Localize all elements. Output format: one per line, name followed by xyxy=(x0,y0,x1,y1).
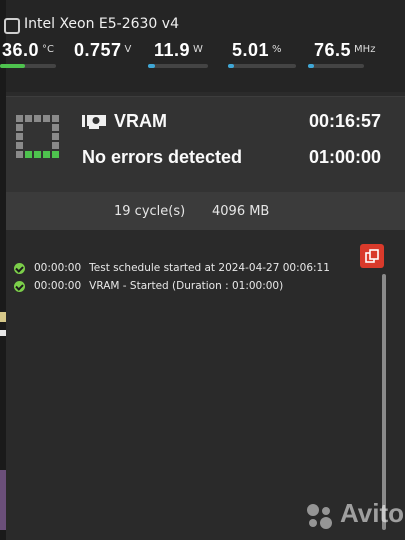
progress-cell xyxy=(52,142,59,149)
test-status: No errors detected xyxy=(82,147,243,167)
log-time: 00:00:00 xyxy=(34,280,82,292)
progress-cell xyxy=(16,115,23,122)
progress-cell xyxy=(34,115,41,122)
temperature-unit: °C xyxy=(42,44,55,55)
clock-bar xyxy=(308,64,364,68)
avito-logo-icon xyxy=(307,504,332,529)
load-metric: 5.01% xyxy=(232,40,282,61)
gpu-icon xyxy=(82,115,106,129)
test-duration: 01:00:00 xyxy=(308,147,381,167)
progress-cell xyxy=(25,115,32,122)
cpu-header: Intel Xeon E5-2630 v4 36.0 °C 0.757 V 11.9… xyxy=(0,0,405,92)
log-entry: 00:00:00 VRAM - Started (Duration : 01:0… xyxy=(14,278,283,294)
progress-cell xyxy=(52,151,59,158)
elapsed-time: 00:16:57 xyxy=(308,111,381,131)
test-info-row: 19 cycle(s) 4096 MB xyxy=(6,192,405,230)
success-check-icon xyxy=(14,280,25,292)
load-bar xyxy=(228,64,296,68)
power-bar xyxy=(148,64,208,68)
log-entry: 00:00:00 Test schedule started at 2024-0… xyxy=(14,260,330,276)
log-message: VRAM - Started (Duration : 01:00:00) xyxy=(89,280,284,292)
progress-cell xyxy=(16,142,23,149)
progress-cell xyxy=(16,133,23,140)
progress-cell xyxy=(16,124,23,131)
load-value: 5.01 xyxy=(232,40,270,60)
copy-icon xyxy=(365,249,379,263)
progress-cell xyxy=(52,115,59,122)
power-value: 11.9 xyxy=(154,40,191,60)
temperature-bar xyxy=(0,64,56,68)
test-panel: VRAM No errors detected 00:16:57 01:00:0… xyxy=(6,96,405,193)
success-check-icon xyxy=(14,262,25,274)
progress-cell xyxy=(43,151,50,158)
cpu-icon xyxy=(4,18,20,34)
voltage-value: 0.757 xyxy=(74,40,122,60)
cpu-name: Intel Xeon E5-2630 v4 xyxy=(24,16,179,32)
clock-unit: MHz xyxy=(354,44,376,55)
temperature-value: 36.0 xyxy=(2,40,40,60)
temperature-metric: 36.0 °C xyxy=(2,40,54,61)
app-window: Intel Xeon E5-2630 v4 36.0 °C 0.757 V 11.9… xyxy=(0,0,405,540)
test-name: VRAM xyxy=(114,111,167,131)
power-unit: W xyxy=(193,44,203,55)
memory-size: 4096 MB xyxy=(212,204,270,219)
log-scrollbar[interactable] xyxy=(382,274,386,530)
power-metric: 11.9 W xyxy=(154,40,203,61)
progress-cell xyxy=(25,151,32,158)
copy-log-button[interactable] xyxy=(360,244,384,268)
progress-cell xyxy=(52,133,59,140)
progress-grid-icon xyxy=(16,115,60,159)
avito-watermark: Avito xyxy=(340,498,405,528)
progress-cell xyxy=(52,124,59,131)
progress-cell xyxy=(43,115,50,122)
cycle-count: 19 cycle(s) xyxy=(114,204,186,219)
voltage-unit: V xyxy=(124,44,132,55)
log-panel: 00:00:00 Test schedule started at 2024-0… xyxy=(6,230,405,540)
progress-cell xyxy=(34,151,41,158)
clock-metric: 76.5 MHz xyxy=(314,40,375,61)
log-message: Test schedule started at 2024-04-27 00:0… xyxy=(89,262,330,274)
load-unit: % xyxy=(272,44,282,55)
clock-value: 76.5 xyxy=(314,40,352,60)
progress-cell xyxy=(16,151,23,158)
voltage-metric: 0.757 V xyxy=(74,40,131,61)
log-time: 00:00:00 xyxy=(34,262,82,274)
